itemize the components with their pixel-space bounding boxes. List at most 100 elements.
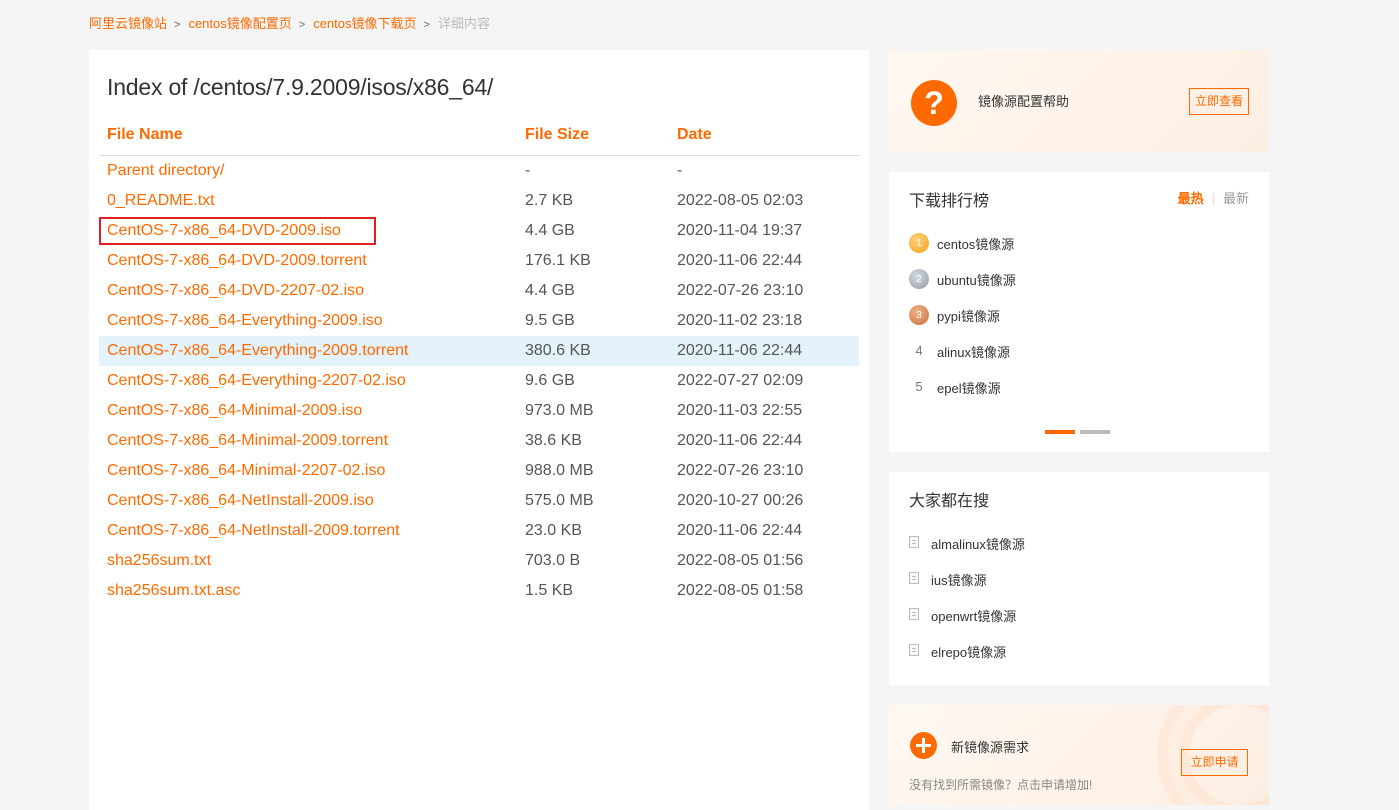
table-header: File Name File Size Date	[99, 120, 859, 156]
file-size: 703.0 B	[525, 552, 581, 569]
file-size: 973.0 MB	[525, 402, 594, 419]
table-row: Parent directory/ - -	[99, 156, 859, 186]
ranking-title: 下载排行榜	[909, 193, 990, 210]
file-date: 2022-07-26 23:10	[677, 282, 804, 299]
ranking-item-label[interactable]: epel镜像源	[937, 378, 1001, 397]
file-link[interactable]: CentOS-7-x86_64-NetInstall-2009.torrent	[107, 522, 400, 540]
ranking-item-label[interactable]: pypi镜像源	[937, 306, 1000, 325]
carousel-indicator	[1045, 421, 1115, 439]
file-link[interactable]: CentOS-7-x86_64-Minimal-2207-02.iso	[107, 462, 385, 480]
request-title: 新镜像源需求	[951, 740, 1030, 755]
table-row: 0_README.txt 2.7 KB 2022-08-05 02:03	[99, 186, 859, 216]
column-header-size: File Size	[525, 126, 590, 143]
document-icon	[909, 644, 919, 656]
table-row: CentOS-7-x86_64-Everything-2207-02.iso 9…	[99, 366, 859, 396]
file-size: 4.4 GB	[525, 282, 575, 299]
file-date: 2020-11-06 22:44	[677, 252, 803, 269]
file-size: 9.5 GB	[525, 312, 575, 329]
popular-item-label[interactable]: almalinux镜像源	[931, 534, 1025, 553]
table-row: CentOS-7-x86_64-DVD-2009.iso 4.4 GB 2020…	[99, 216, 859, 246]
column-header-name: File Name	[107, 126, 183, 143]
table-row: CentOS-7-x86_64-Minimal-2009.iso 973.0 M…	[99, 396, 859, 426]
file-link[interactable]: CentOS-7-x86_64-DVD-2009.iso	[107, 222, 341, 240]
file-date: 2022-08-05 01:56	[677, 552, 804, 569]
breadcrumb-link-config[interactable]: centos镜像配置页	[188, 16, 291, 31]
rank-number: 4	[915, 343, 923, 358]
table-row: CentOS-7-x86_64-NetInstall-2009.iso 575.…	[99, 486, 859, 516]
file-size: 380.6 KB	[525, 342, 591, 359]
file-date: 2020-11-03 22:55	[677, 402, 803, 419]
document-icon	[909, 536, 919, 548]
file-date: 2022-08-05 01:58	[677, 582, 804, 599]
config-help-label: 镜像源配置帮助	[978, 94, 1070, 109]
file-date: 2020-11-06 22:44	[677, 342, 803, 359]
file-link[interactable]: CentOS-7-x86_64-NetInstall-2009.iso	[107, 492, 374, 510]
table-row: sha256sum.txt 703.0 B 2022-08-05 01:56	[99, 546, 859, 576]
rank-number: 5	[915, 379, 923, 394]
file-link[interactable]: CentOS-7-x86_64-Minimal-2009.iso	[107, 402, 362, 420]
table-row-hovered: CentOS-7-x86_64-Everything-2009.torrent …	[99, 336, 859, 366]
table-body: Parent directory/ - - 0_README.txt 2.7 K…	[99, 156, 859, 606]
gold-medal-icon: 1	[909, 233, 929, 253]
tab-newest[interactable]: 最新	[1223, 191, 1249, 206]
tab-hottest[interactable]: 最热	[1178, 191, 1204, 206]
document-icon	[909, 572, 919, 584]
breadcrumb-link-home[interactable]: 阿里云镜像站	[89, 16, 167, 31]
file-link[interactable]: CentOS-7-x86_64-Everything-2009.iso	[107, 312, 383, 330]
bronze-medal-icon: 3	[909, 305, 929, 325]
config-help-card: ? 镜像源配置帮助 立即查看	[889, 50, 1269, 152]
popular-item-label[interactable]: elrepo镜像源	[931, 642, 1006, 661]
file-link[interactable]: CentOS-7-x86_64-Everything-2009.torrent	[107, 342, 409, 360]
file-link[interactable]: CentOS-7-x86_64-DVD-2207-02.iso	[107, 282, 364, 300]
breadcrumb-current: 详细内容	[437, 16, 490, 31]
silver-medal-icon: 2	[909, 269, 929, 289]
table-row: CentOS-7-x86_64-Minimal-2207-02.iso 988.…	[99, 456, 859, 486]
question-icon: ?	[911, 80, 957, 126]
file-link[interactable]: CentOS-7-x86_64-Minimal-2009.torrent	[107, 432, 388, 450]
file-date: 2020-11-06 22:44	[677, 432, 803, 449]
file-size: 988.0 MB	[525, 462, 594, 479]
popular-item-label[interactable]: openwrt镜像源	[931, 606, 1016, 625]
table-row: CentOS-7-x86_64-NetInstall-2009.torrent …	[99, 516, 859, 546]
file-link[interactable]: sha256sum.txt.asc	[107, 582, 240, 600]
file-size: 38.6 KB	[525, 432, 582, 449]
page-title: Index of /centos/7.9.2009/isos/x86_64/	[107, 74, 494, 100]
view-now-button[interactable]: 立即查看	[1189, 88, 1249, 115]
file-size: -	[525, 162, 531, 179]
apply-now-button[interactable]: 立即申请	[1181, 749, 1248, 776]
file-link[interactable]: CentOS-7-x86_64-Everything-2207-02.iso	[107, 372, 406, 390]
carousel-dot[interactable]	[1080, 430, 1110, 434]
file-size: 176.1 KB	[525, 252, 591, 269]
file-table: File Name File Size Date Parent director…	[99, 120, 859, 606]
table-row: CentOS-7-x86_64-DVD-2207-02.iso 4.4 GB 2…	[99, 276, 859, 306]
breadcrumb-separator: >	[298, 19, 306, 31]
ranking-item-label[interactable]: ubuntu镜像源	[937, 270, 1016, 289]
file-link[interactable]: 0_README.txt	[107, 192, 215, 210]
popular-item-label[interactable]: ius镜像源	[931, 570, 987, 589]
breadcrumb-link-download[interactable]: centos镜像下载页	[313, 16, 416, 31]
file-date: 2022-07-26 23:10	[677, 462, 804, 479]
breadcrumb: 阿里云镜像站 > centos镜像配置页 > centos镜像下载页 > 详细内容	[89, 15, 490, 34]
file-index-panel: Index of /centos/7.9.2009/isos/x86_64/ F…	[89, 50, 869, 810]
file-size: 1.5 KB	[525, 582, 574, 599]
carousel-dot-active[interactable]	[1045, 430, 1075, 434]
file-size: 9.6 GB	[525, 372, 575, 389]
file-size: 575.0 MB	[525, 492, 594, 509]
file-size: 2.7 KB	[525, 192, 574, 209]
ranking-item-label[interactable]: alinux镜像源	[937, 342, 1010, 361]
file-date: 2020-11-04 19:37	[677, 222, 803, 239]
document-icon	[909, 608, 919, 620]
breadcrumb-separator: >	[423, 19, 430, 31]
file-size: 4.4 GB	[525, 222, 575, 239]
file-date: 2020-11-06 22:44	[677, 522, 803, 539]
file-size: 23.0 KB	[525, 522, 582, 539]
request-subtitle: 没有找到所需镜像？点击申请增加!	[909, 778, 1093, 792]
table-row: CentOS-7-x86_64-Everything-2009.iso 9.5 …	[99, 306, 859, 336]
column-header-date: Date	[677, 126, 712, 143]
file-link[interactable]: Parent directory/	[107, 162, 224, 180]
file-date: 2020-11-02 23:18	[677, 312, 803, 329]
file-link[interactable]: sha256sum.txt	[107, 552, 211, 570]
ranking-item-label[interactable]: centos镜像源	[937, 234, 1014, 253]
file-date: 2022-08-05 02:03	[677, 192, 804, 209]
file-link[interactable]: CentOS-7-x86_64-DVD-2009.torrent	[107, 252, 367, 270]
